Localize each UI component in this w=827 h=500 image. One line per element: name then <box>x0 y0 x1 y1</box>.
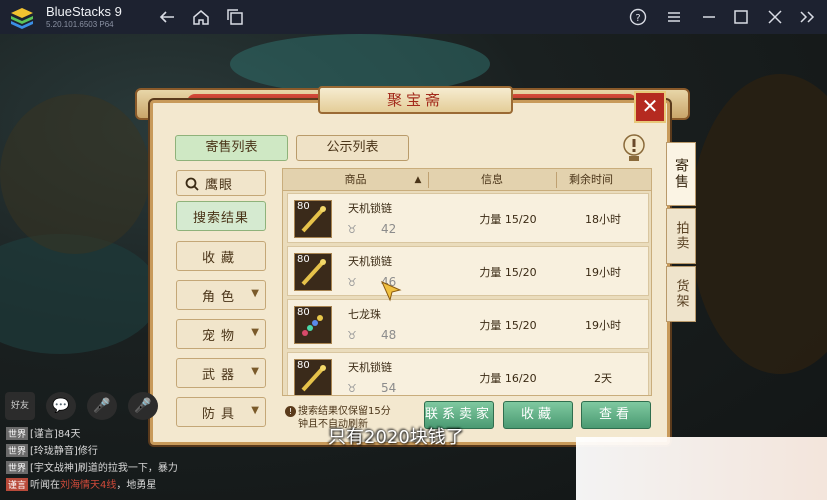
eagle-eye-search-button[interactable]: 鹰眼 <box>176 170 266 196</box>
chat-bubble-icon[interactable]: 💬 <box>46 392 76 420</box>
sort-ascending-icon[interactable]: ▲ <box>411 169 425 191</box>
voice-icon[interactable]: 🎤 <box>87 392 117 420</box>
cave-rock-decoration <box>0 94 150 254</box>
table-row[interactable]: 80 天机锁链 ♉ 42 力量 15/20 18小时 <box>287 193 649 243</box>
search-results-label: 搜索结果 <box>192 210 249 226</box>
minimize-icon[interactable] <box>700 8 718 26</box>
info-bulb-icon[interactable] <box>622 134 646 162</box>
category-armor-label: 防具 <box>201 406 240 422</box>
voice-icon[interactable]: 🎤 <box>128 392 158 420</box>
item-chain-icon: 80 <box>294 359 332 395</box>
coin-icon: ♉ <box>347 382 357 395</box>
bluestacks-logo-icon <box>11 8 33 29</box>
item-price: 54 <box>381 381 397 395</box>
item-name: 天机锁链 <box>348 361 392 374</box>
category-armor-button[interactable]: 防具 ▼ <box>176 397 266 427</box>
chat-message: 谨言 听闻在刘海情天4线，地勇星 <box>6 478 157 491</box>
search-icon <box>185 177 199 191</box>
item-remaining-time: 2天 <box>594 372 612 385</box>
app-title: BlueStacks 9 <box>46 4 122 19</box>
friends-button[interactable]: 好友 <box>5 392 35 420</box>
chat-message: 世界 [玲珑静音]修行 <box>6 444 98 457</box>
chevron-down-icon: ▼ <box>251 327 259 338</box>
item-info: 力量 15/20 <box>479 319 537 332</box>
table-row[interactable]: 80 天机锁链 ♉ 46 力量 15/20 19小时 <box>287 246 649 296</box>
category-character-label: 角色 <box>201 289 240 305</box>
category-weapon-button[interactable]: 武器 ▼ <box>176 358 266 388</box>
column-header-info: 信息 <box>481 173 503 186</box>
category-pet-button[interactable]: 宠物 ▼ <box>176 319 266 349</box>
table-row[interactable]: 80 天机锁链 ♉ 54 力量 16/20 2天 <box>287 352 649 395</box>
menu-icon[interactable] <box>665 8 683 26</box>
mouse-cursor-icon <box>381 281 402 302</box>
coin-icon: ♉ <box>347 223 357 236</box>
eagle-eye-label: 鹰眼 <box>205 177 234 193</box>
chat-message: 世界 [宇文战神]刷道的拉我一下，暴力 <box>6 461 178 474</box>
info-icon: ! <box>285 406 296 417</box>
item-chain-icon: 80 <box>294 200 332 238</box>
table-row[interactable]: 80 七龙珠 ♉ 48 力量 15/20 19小时 <box>287 299 649 349</box>
item-pearl-icon: 80 <box>294 306 332 344</box>
chevron-down-icon: ▼ <box>251 405 259 416</box>
side-tab-shelf[interactable]: 货架 <box>666 266 696 322</box>
item-info: 力量 15/20 <box>479 213 537 226</box>
back-icon[interactable] <box>158 8 176 26</box>
help-icon[interactable]: ? <box>629 8 647 26</box>
favorites-button[interactable]: 收藏 <box>176 241 266 271</box>
table-header: 商品 ▲ 信息 剩余时间 <box>283 169 651 191</box>
chevron-down-icon: ▼ <box>251 288 259 299</box>
item-info: 力量 16/20 <box>479 372 537 385</box>
dialog-close-button[interactable]: ✕ <box>634 91 666 123</box>
category-weapon-label: 武器 <box>201 367 240 383</box>
tab-public-list[interactable]: 公示列表 <box>296 135 409 161</box>
item-name: 天机锁链 <box>348 202 392 215</box>
category-pet-label: 宠物 <box>201 328 240 344</box>
favorites-label: 收藏 <box>201 250 240 266</box>
tab-consignment-list[interactable]: 寄售列表 <box>175 135 288 161</box>
coin-icon: ♉ <box>347 329 357 342</box>
category-character-button[interactable]: 角色 ▼ <box>176 280 266 310</box>
side-tab-consign[interactable]: 寄售 <box>666 142 696 206</box>
chevron-down-icon: ▼ <box>251 366 259 377</box>
video-subtitle: 只有2020块钱了 <box>328 427 464 448</box>
item-remaining-time: 19小时 <box>585 319 621 332</box>
item-name: 七龙珠 <box>348 308 381 321</box>
item-list-panel[interactable]: 商品 ▲ 信息 剩余时间 80 天机锁链 ♉ 42 力量 15/20 18小时 … <box>282 168 652 396</box>
item-price: 48 <box>381 328 397 342</box>
cave-water-decoration <box>230 34 490 94</box>
item-chain-icon: 80 <box>294 253 332 291</box>
sidebar-toggle-icon[interactable] <box>798 8 816 26</box>
side-tab-auction[interactable]: 拍卖 <box>666 208 696 264</box>
item-name: 天机锁链 <box>348 255 392 268</box>
app-version: 5.20.101.6503 P64 <box>46 20 114 29</box>
dialog-title: 聚宝斋 <box>318 86 513 114</box>
bluestacks-titlebar: BlueStacks 9 5.20.101.6503 P64 ? <box>0 0 827 34</box>
multi-instance-icon[interactable] <box>226 8 244 26</box>
watermark-overlay <box>576 437 827 500</box>
maximize-icon[interactable] <box>732 8 750 26</box>
item-remaining-time: 18小时 <box>585 213 621 226</box>
item-price: 42 <box>381 222 397 236</box>
item-info: 力量 15/20 <box>479 266 537 279</box>
search-results-button[interactable]: 搜索结果 <box>176 201 266 231</box>
chat-message: 世界 [谨言]84天 <box>6 427 81 440</box>
cave-wall-decoration <box>690 74 827 374</box>
item-remaining-time: 19小时 <box>585 266 621 279</box>
svg-text:?: ? <box>635 13 640 24</box>
column-header-item[interactable]: 商品 <box>283 169 428 191</box>
home-icon[interactable] <box>192 8 210 26</box>
column-header-time: 剩余时间 <box>569 173 613 186</box>
close-icon[interactable] <box>766 8 784 26</box>
view-button[interactable]: 查看 <box>581 401 651 429</box>
coin-icon: ♉ <box>347 276 357 289</box>
favorite-button[interactable]: 收藏 <box>503 401 573 429</box>
